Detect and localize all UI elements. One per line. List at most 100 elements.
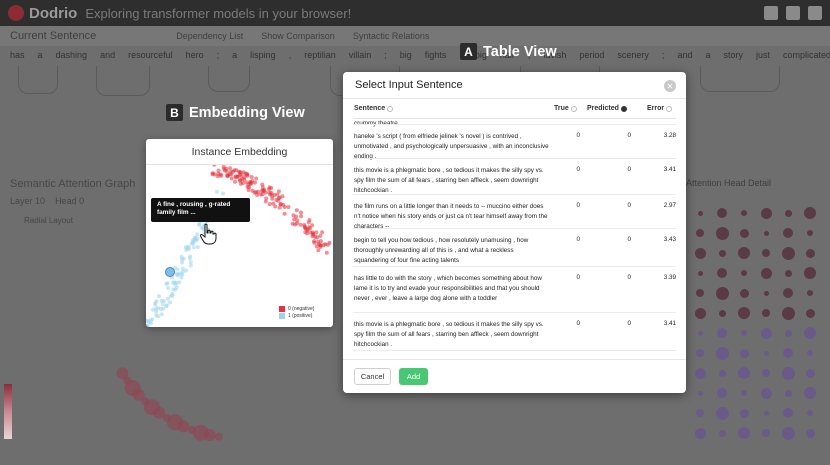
embedding-point[interactable]	[306, 225, 311, 230]
embedding-point[interactable]	[307, 218, 312, 222]
embedding-point[interactable]	[254, 190, 259, 195]
attention-head-cell[interactable]	[697, 330, 703, 336]
embedding-point[interactable]	[264, 196, 269, 201]
sort-icon[interactable]	[570, 105, 577, 112]
close-icon[interactable]: ✕	[664, 80, 676, 92]
attention-head-cell[interactable]	[694, 367, 706, 379]
attention-head-cell[interactable]	[783, 348, 793, 358]
attention-head-cell[interactable]	[760, 327, 772, 339]
embedding-point[interactable]	[215, 189, 219, 194]
embedding-point[interactable]	[164, 303, 169, 308]
attention-head-cell[interactable]	[763, 410, 769, 416]
embedding-point[interactable]	[253, 180, 257, 185]
attention-head-cell[interactable]	[718, 309, 726, 317]
embedding-point[interactable]	[302, 223, 307, 227]
attention-head-cell[interactable]	[739, 348, 749, 358]
embedding-point[interactable]	[159, 312, 164, 317]
table-row[interactable]: this movie is a phlegmatic bore , so ted…	[343, 317, 686, 351]
embedding-point[interactable]	[165, 296, 170, 301]
embedding-point[interactable]	[237, 178, 242, 183]
embedding-point[interactable]	[221, 165, 226, 169]
attention-head-cell[interactable]	[804, 207, 816, 219]
attention-head-cell[interactable]	[781, 306, 795, 320]
embedding-point[interactable]	[232, 168, 237, 173]
embedding-point[interactable]	[151, 307, 155, 312]
attention-head-cell[interactable]	[804, 387, 816, 399]
embedding-point[interactable]	[263, 190, 268, 195]
attention-head-cell[interactable]	[783, 228, 793, 238]
embedding-point[interactable]	[153, 302, 158, 307]
attention-head-cell[interactable]	[717, 328, 727, 338]
attention-head-cell[interactable]	[739, 288, 749, 298]
embedding-point[interactable]	[188, 263, 193, 268]
embedding-point[interactable]	[150, 317, 155, 322]
error-column-header[interactable]: Error	[647, 105, 673, 112]
embedding-point[interactable]	[316, 248, 321, 253]
embedding-point[interactable]	[267, 202, 272, 207]
attention-head-cell[interactable]	[696, 409, 704, 417]
attention-head-cell[interactable]	[718, 369, 726, 377]
embedding-point[interactable]	[294, 208, 299, 213]
attention-head-cell[interactable]	[718, 429, 726, 437]
attention-head-cell[interactable]	[696, 289, 704, 297]
embedding-point[interactable]	[298, 222, 303, 227]
attention-head-cell[interactable]	[763, 290, 769, 296]
embedding-point[interactable]	[170, 293, 175, 298]
table-row[interactable]: haneke 's script ( from elfriede jelinek…	[343, 129, 686, 160]
embedding-point[interactable]	[187, 256, 192, 261]
attention-head-cell[interactable]	[741, 330, 747, 336]
embedding-point[interactable]	[258, 192, 263, 197]
embedding-point[interactable]	[179, 275, 184, 280]
embedding-point[interactable]	[303, 230, 308, 235]
embedding-point[interactable]	[238, 181, 243, 186]
attention-head-cell[interactable]	[697, 390, 703, 396]
embedding-point[interactable]	[233, 179, 237, 184]
attention-head-cell[interactable]	[804, 267, 816, 279]
embedding-point[interactable]	[324, 250, 329, 255]
table-row[interactable]: of sanity sequences ... stephen king's .…	[343, 119, 686, 127]
attention-head-cell[interactable]	[738, 307, 750, 319]
attention-head-cell[interactable]	[760, 207, 772, 219]
embedding-point[interactable]	[323, 242, 328, 247]
sort-icon[interactable]	[387, 105, 394, 112]
attention-head-cell[interactable]	[781, 366, 795, 380]
embedding-point[interactable]	[290, 221, 295, 226]
embedding-point[interactable]	[228, 166, 233, 171]
embedding-point[interactable]	[245, 172, 250, 177]
attention-head-cell[interactable]	[784, 329, 792, 337]
embedding-point[interactable]	[225, 173, 229, 178]
attention-head-cell[interactable]	[762, 309, 770, 317]
embedding-point[interactable]	[187, 247, 192, 251]
attention-head-cell[interactable]	[760, 387, 772, 399]
embedding-point[interactable]	[294, 221, 299, 226]
attention-head-cell[interactable]	[697, 270, 703, 276]
embedding-scatter[interactable]	[146, 165, 333, 327]
embedding-point[interactable]	[156, 294, 161, 299]
attention-head-cell[interactable]	[718, 249, 726, 257]
embedding-point[interactable]	[250, 188, 255, 193]
embedding-point[interactable]	[312, 239, 316, 244]
embedding-point[interactable]	[238, 170, 243, 175]
embedding-point[interactable]	[299, 210, 303, 215]
embedding-point[interactable]	[310, 234, 315, 239]
embedding-point[interactable]	[175, 267, 180, 272]
embedding-point[interactable]	[195, 245, 200, 249]
attention-head-cell[interactable]	[694, 427, 706, 439]
attention-node[interactable]	[116, 367, 129, 380]
attention-head-cell[interactable]	[696, 349, 704, 357]
attention-node[interactable]	[214, 432, 223, 441]
sort-icon[interactable]	[620, 105, 627, 112]
attention-head-cell[interactable]	[739, 228, 749, 238]
attention-head-cell[interactable]	[762, 429, 770, 437]
attention-head-cell[interactable]	[760, 267, 772, 279]
embedding-point[interactable]	[314, 230, 319, 235]
embedding-point[interactable]	[149, 321, 153, 325]
embedding-point[interactable]	[229, 176, 234, 181]
embedding-point[interactable]	[210, 172, 215, 176]
embedding-point[interactable]	[222, 168, 227, 173]
attention-head-cell[interactable]	[781, 246, 795, 260]
attention-head-cell[interactable]	[762, 249, 770, 257]
true-column-header[interactable]: True	[554, 105, 577, 112]
embedding-point[interactable]	[267, 185, 272, 190]
table-row[interactable]: begin to tell you how tedious , how reso…	[343, 233, 686, 267]
